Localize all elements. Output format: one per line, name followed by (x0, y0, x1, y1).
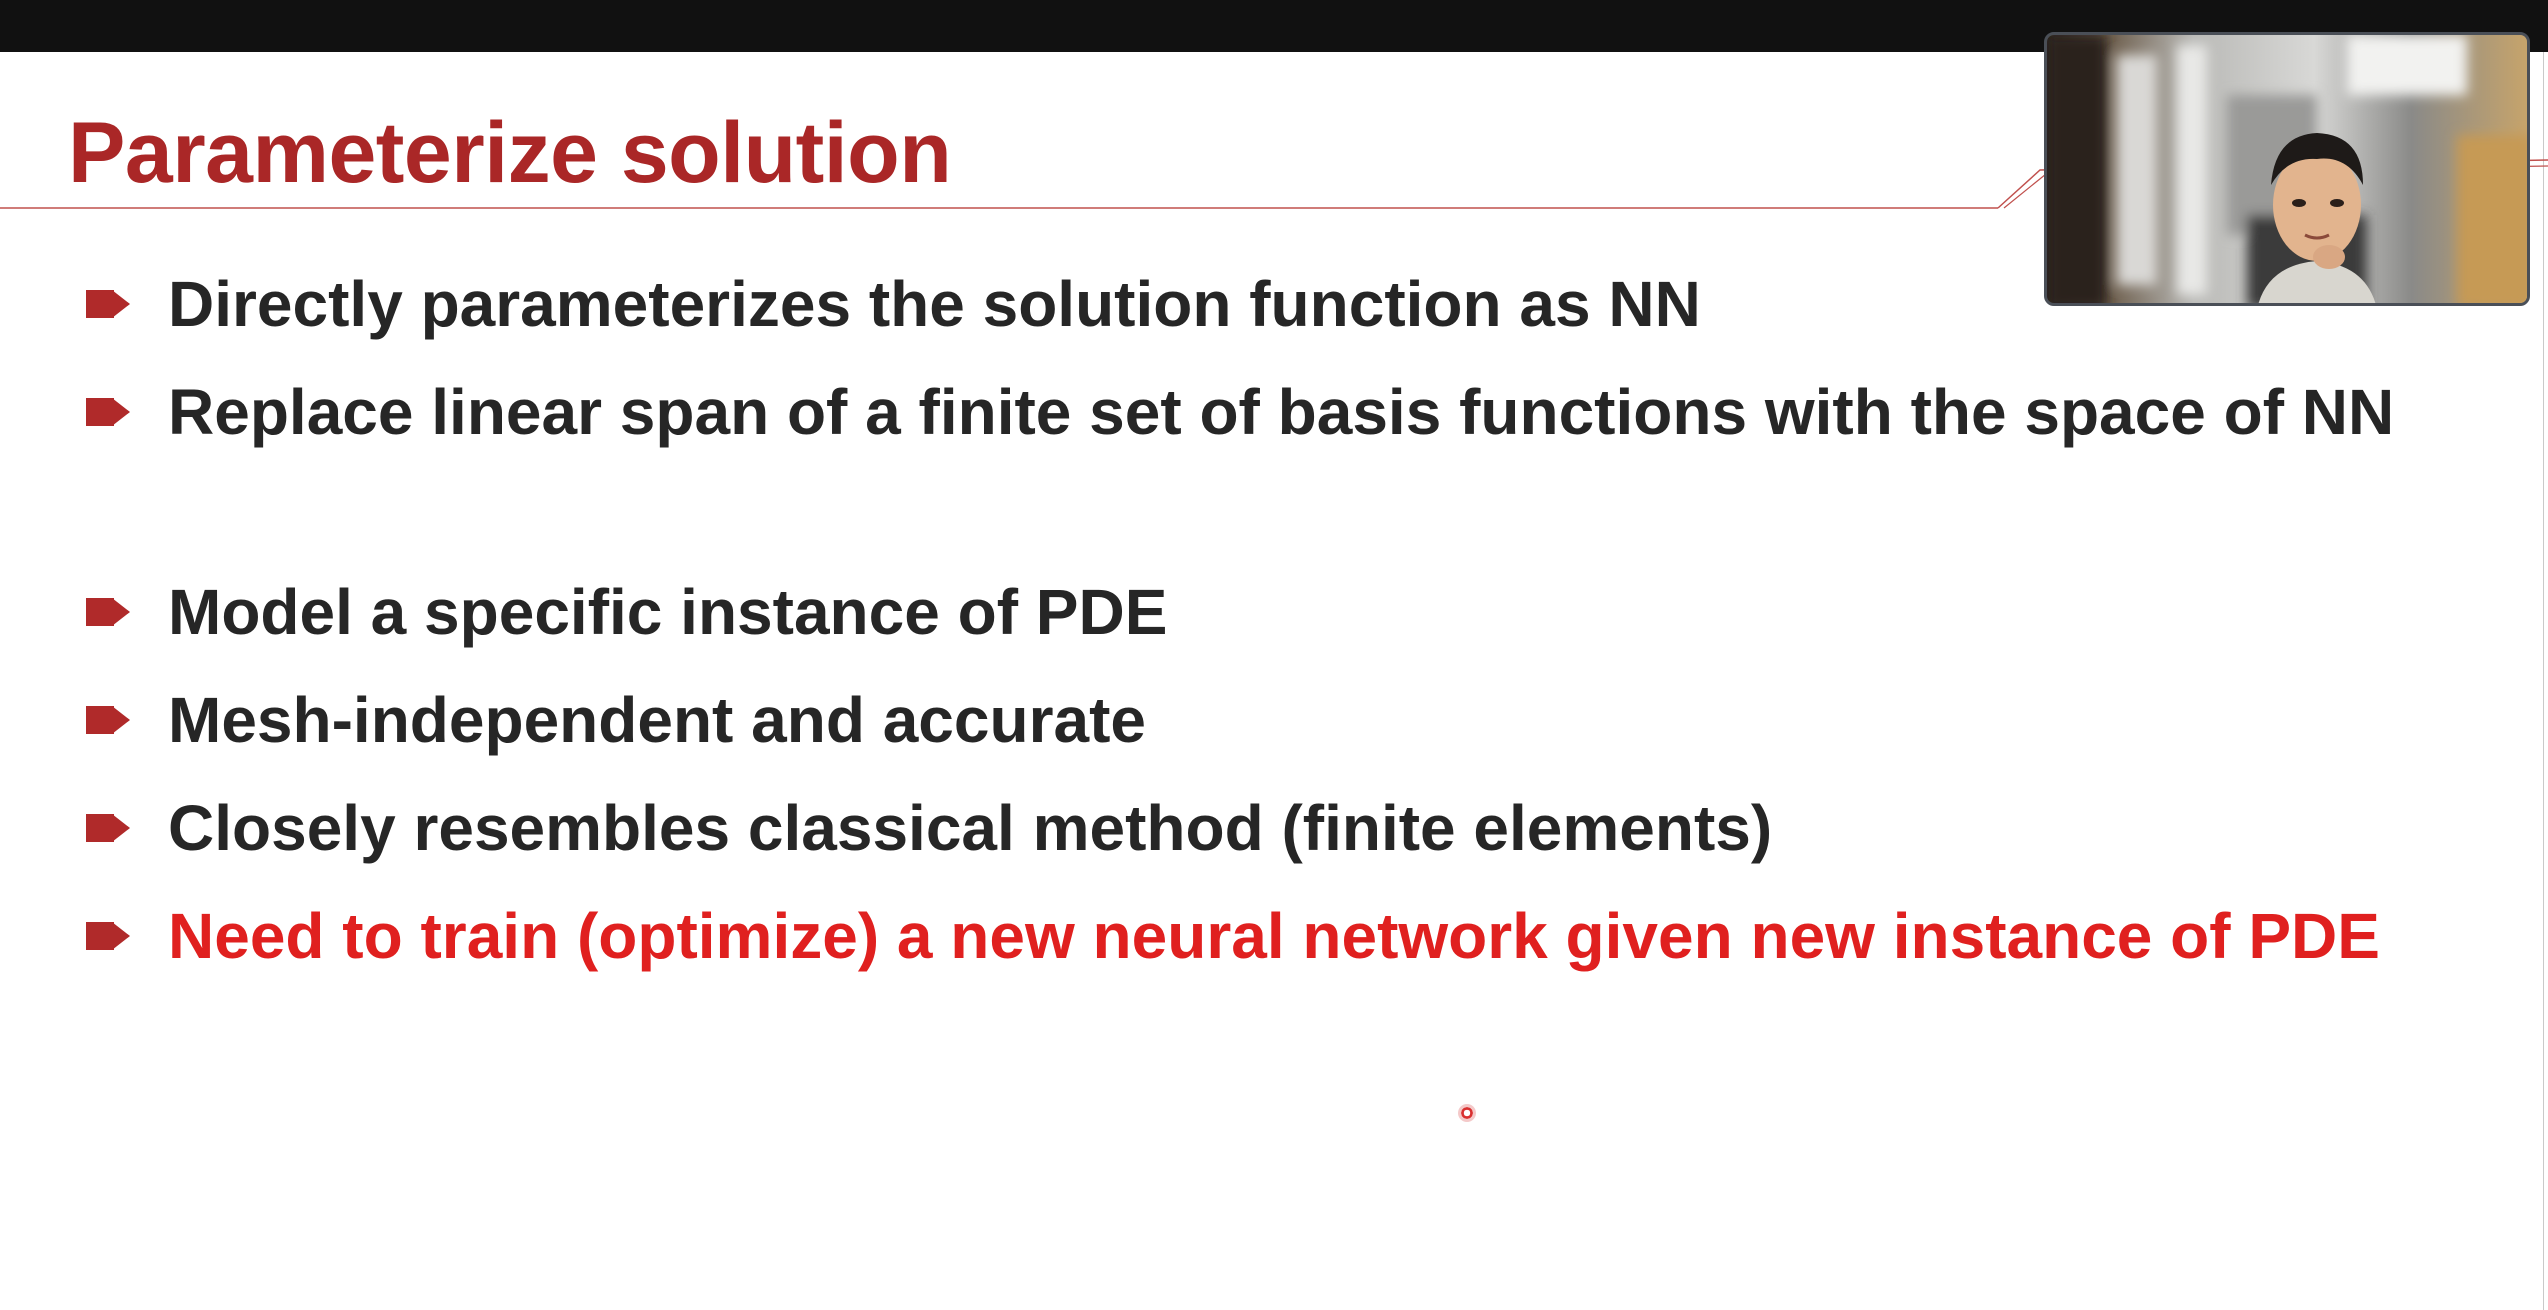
slide-title: Parameterize solution (68, 105, 952, 201)
pointer-dot-icon (1458, 1104, 1476, 1122)
webcam-video-tile[interactable] (2044, 32, 2530, 306)
slide-edge-divider (2543, 52, 2544, 1310)
webcam-video-feed (2047, 35, 2527, 303)
